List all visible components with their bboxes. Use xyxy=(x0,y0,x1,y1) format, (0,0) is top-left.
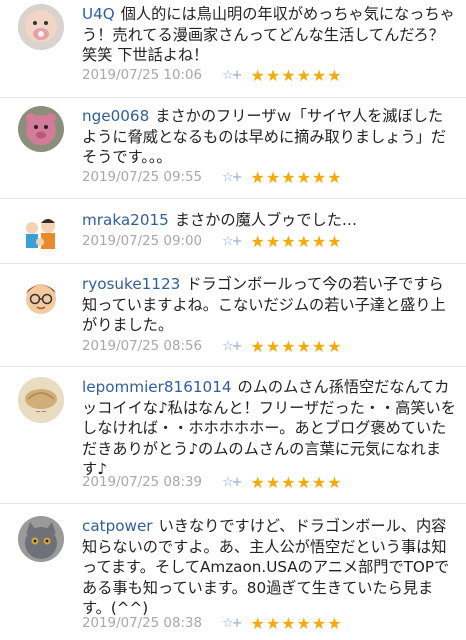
comment-username[interactable]: nge0068 xyxy=(82,107,149,125)
star-rating-icon: ★★★★★★ xyxy=(250,614,343,633)
comment-item: U4Q 個人的には鳥山明の年収がめっちゃ気になっちゃう！売れてる漫画家さんってどん… xyxy=(0,0,466,98)
star-rating-icon: ★★★★★★ xyxy=(250,66,343,85)
comment-item: ~~ lepommier8161014 のムのムさん孫悟空だなんてカッコイイな♪私… xyxy=(0,367,466,504)
star-rating-icon: ★★★★★★ xyxy=(250,168,343,187)
comment-item: catpower いきなりですけど、ドラゴンボール、内容知らないのですよ。あ、主人… xyxy=(0,504,466,640)
comment-timestamp: 2019/07/25 09:00 xyxy=(82,234,203,249)
comment-text: nge0068 まさかのフリーザｗ「サイヤ人を滅ぼしたように脅威となるものは早めに… xyxy=(82,107,447,166)
star-rating-icon: ★★★★★★ xyxy=(250,473,343,492)
comment-timestamp: 2019/07/25 08:39 xyxy=(82,475,203,490)
comment-meta: 2019/07/25 09:00 ☆+ ★★★★★★ xyxy=(82,232,343,251)
avatar[interactable]: ~~ xyxy=(18,377,64,423)
comment-meta: 2019/07/25 08:56 ☆+ ★★★★★★ xyxy=(82,337,343,356)
comment-text: ryosuke1123 ドラゴンボールって今の若い子ですら知っていますよね。こない… xyxy=(82,275,446,334)
star-add-icon[interactable]: ☆+ xyxy=(222,339,242,354)
comment-meta: 2019/07/25 09:55 ☆+ ★★★★★★ xyxy=(82,168,343,187)
star-add-icon[interactable]: ☆+ xyxy=(222,170,242,185)
comment-timestamp: 2019/07/25 09:55 xyxy=(82,170,203,185)
avatar[interactable] xyxy=(18,274,64,320)
comment-item: mraka2015 まさかの魔人ブゥでした… 2019/07/25 09:00 ☆… xyxy=(0,199,466,264)
comment-text: catpower いきなりですけど、ドラゴンボール、内容知らないのですよ。あ、主人… xyxy=(82,517,450,617)
comment-username[interactable]: mraka2015 xyxy=(82,211,169,229)
comment-item: ryosuke1123 ドラゴンボールって今の若い子ですら知っていますよね。こない… xyxy=(0,264,466,367)
comment-text: mraka2015 まさかの魔人ブゥでした… xyxy=(82,211,358,229)
comment-meta: 2019/07/25 10:06 ☆+ ★★★★★★ xyxy=(82,66,343,85)
comment-username[interactable]: ryosuke1123 xyxy=(82,275,180,293)
comment-timestamp: 2019/07/25 08:56 xyxy=(82,339,203,354)
comment-timestamp: 2019/07/25 10:06 xyxy=(82,68,203,83)
star-add-icon[interactable]: ☆+ xyxy=(222,475,242,490)
star-add-icon[interactable]: ☆+ xyxy=(222,234,242,249)
comment-list: U4Q 個人的には鳥山明の年収がめっちゃ気になっちゃう！売れてる漫画家さんってどん… xyxy=(0,0,466,640)
comment-text: U4Q 個人的には鳥山明の年収がめっちゃ気になっちゃう！売れてる漫画家さんってどん… xyxy=(82,5,455,64)
avatar[interactable] xyxy=(18,516,64,562)
star-add-icon[interactable]: ☆+ xyxy=(222,68,242,83)
star-rating-icon: ★★★★★★ xyxy=(250,337,343,356)
svg-text:~~: ~~ xyxy=(35,408,47,416)
comment-meta: 2019/07/25 08:39 ☆+ ★★★★★★ xyxy=(82,473,343,492)
comment-item: nge0068 まさかのフリーザｗ「サイヤ人を滅ぼしたように脅威となるものは早めに… xyxy=(0,98,466,199)
avatar[interactable] xyxy=(18,106,64,152)
avatar[interactable] xyxy=(18,4,64,50)
avatar[interactable] xyxy=(18,210,64,256)
comment-timestamp: 2019/07/25 08:38 xyxy=(82,616,203,631)
star-rating-icon: ★★★★★★ xyxy=(250,232,343,251)
star-add-icon[interactable]: ☆+ xyxy=(222,616,242,631)
comment-username[interactable]: lepommier8161014 xyxy=(82,378,232,396)
comment-username[interactable]: U4Q xyxy=(82,5,115,23)
comment-username[interactable]: catpower xyxy=(82,517,153,535)
comment-text: lepommier8161014 のムのムさん孫悟空だなんてカッコイイな♪私はなん… xyxy=(82,378,456,478)
comment-meta: 2019/07/25 08:38 ☆+ ★★★★★★ xyxy=(82,614,343,633)
